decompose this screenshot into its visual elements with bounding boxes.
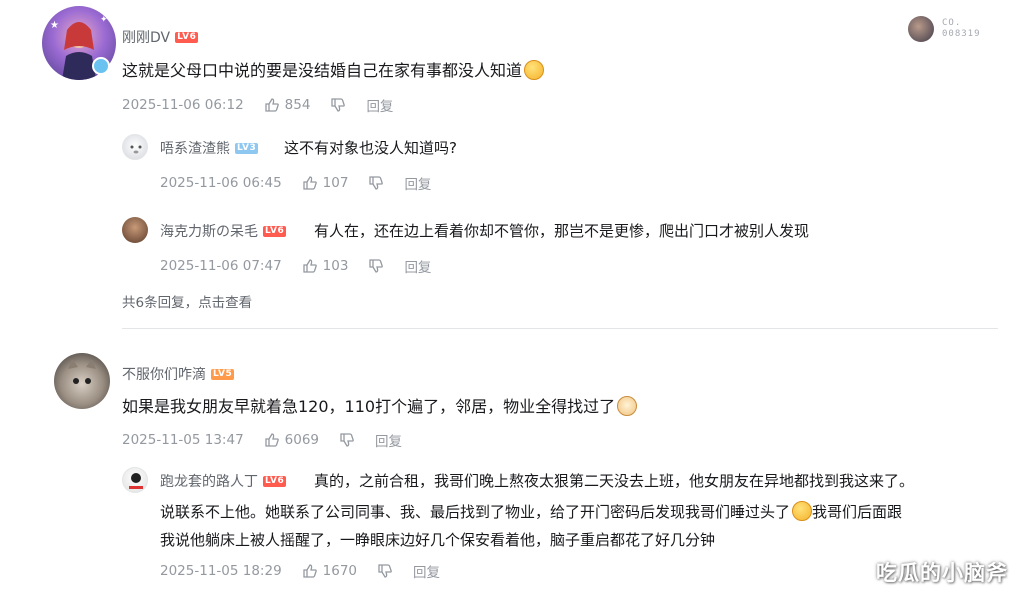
view-more-replies[interactable]: 共6条回复，点击查看 (122, 291, 252, 311)
timestamp: 2025-11-05 13:47 (122, 432, 244, 448)
svg-text:✦: ✦ (100, 15, 108, 25)
reply-button[interactable]: 回复 (404, 173, 431, 193)
reply-button[interactable]: 回复 (366, 95, 393, 115)
laughing-emoji-icon (792, 501, 813, 521)
like-count: 107 (322, 175, 349, 191)
verified-badge-icon (92, 57, 110, 75)
comment-username[interactable]: 不服你们咋滴 LV5 (122, 364, 235, 384)
reply-username[interactable]: 跑龙套的路人丁 LV6 (160, 471, 287, 491)
level-badge: LV3 (235, 142, 259, 154)
badge-line1: CO. (942, 18, 962, 28)
reply-meta: 2025-11-06 07:47 103 回复 (160, 256, 431, 276)
comment-text: 这就是父母口中说的要是没结婚自己在家有事都没人知道 (122, 58, 545, 84)
comment-text-content: 如果是我女朋友早就着急120，110打个遍了，邻居，物业全得找过了 (122, 397, 616, 416)
comment-meta: 2025-11-06 06:12 854 回复 (122, 95, 393, 115)
reply-avatar[interactable] (122, 467, 148, 493)
comment-text-content: 这就是父母口中说的要是没结婚自己在家有事都没人知道 (122, 61, 523, 80)
username-text[interactable]: 不服你们咋滴 (122, 364, 206, 384)
thumbs-up-icon (265, 98, 279, 112)
comment-username[interactable]: 刚刚DV LV6 (122, 27, 199, 47)
level-badge: LV6 (175, 31, 199, 43)
avatar[interactable] (54, 353, 110, 409)
reply-username-text[interactable]: 海克力斯の呆毛 (160, 221, 258, 241)
reply-username[interactable]: 唔系渣渣熊 LV3 (160, 138, 259, 158)
reply-avatar[interactable] (122, 217, 148, 243)
reply-text: 有人在，还在边上看着你却不管你，那岂不是更惨，爬出门口才被别人发现 (314, 222, 810, 240)
dislike-button[interactable] (330, 97, 346, 113)
reply-text-line1: 真的，之前合租，我哥们晚上熬夜太狠第二天没去上班，他女朋友在异地都找到我这来了。 (314, 472, 915, 490)
thumbs-down-icon (369, 259, 384, 273)
reply-button[interactable]: 回复 (375, 430, 402, 450)
thumbs-up-icon (303, 176, 317, 190)
dislike-button[interactable] (377, 563, 393, 579)
thumbs-down-icon (378, 564, 392, 578)
reply-username[interactable]: 海克力斯の呆毛 LV6 (160, 221, 287, 241)
level-badge: LV6 (263, 225, 287, 237)
badge-line2: 008319 (942, 29, 981, 39)
reply-button[interactable]: 回复 (413, 561, 440, 581)
divider (122, 328, 998, 329)
reply-avatar[interactable] (122, 134, 148, 160)
reply-meta: 2025-11-06 06:45 107 回复 (160, 173, 431, 193)
reply-button[interactable]: 回复 (404, 256, 431, 276)
level-badge: LV5 (211, 368, 235, 380)
thumbs-down-icon (369, 176, 384, 190)
like-button[interactable]: 1670 (302, 563, 357, 579)
thumbs-down-icon (331, 98, 346, 112)
username-text[interactable]: 刚刚DV (122, 27, 170, 47)
comment-meta: 2025-11-05 13:47 6069 回复 (122, 430, 402, 450)
reply-text: 这不有对象也没人知道吗? (284, 139, 457, 157)
reply-username-text[interactable]: 唔系渣渣熊 (160, 138, 230, 158)
badge-avatar (908, 16, 934, 42)
laughing-emoji-icon (524, 60, 545, 80)
like-button[interactable]: 107 (302, 175, 349, 191)
thumbs-down-icon (340, 433, 354, 447)
dislike-button[interactable] (339, 432, 355, 448)
like-count: 103 (322, 258, 349, 274)
reply-text-line3: 我说他躺床上被人摇醒了，一睁眼床边好几个保安看着他，脑子重启都花了好几分钟 (160, 531, 716, 549)
dislike-button[interactable] (368, 175, 384, 191)
reply-text-line2-a: 说联系不上他。她联系了公司同事、我、最后找到了物业，给了开门密码后发现我哥们睡过… (160, 503, 791, 521)
reply-username-text[interactable]: 跑龙套的路人丁 (160, 471, 258, 491)
level-badge: LV6 (263, 475, 287, 487)
svg-text:★: ★ (50, 20, 59, 31)
thumbs-up-icon (303, 259, 317, 273)
like-count: 1670 (322, 563, 358, 579)
like-button[interactable]: 854 (264, 97, 311, 113)
like-button[interactable]: 6069 (264, 432, 319, 448)
watermark: 吃瓜的小脑斧 (876, 561, 1008, 585)
reply-text-line2: 说联系不上他。她联系了公司同事、我、最后找到了物业，给了开门密码后发现我哥们睡过… (160, 499, 902, 525)
like-count: 6069 (284, 432, 320, 448)
thumbs-up-icon (303, 564, 317, 578)
dog-emoji-icon (617, 396, 638, 416)
top-right-badge: CO. 008319 (908, 16, 981, 42)
reply-text-line2-b: 我哥们后面跟 (812, 503, 903, 521)
dislike-button[interactable] (368, 258, 384, 274)
timestamp: 2025-11-06 06:12 (122, 97, 244, 113)
thumbs-up-icon (265, 433, 279, 447)
reply-meta: 2025-11-05 18:29 1670 回复 (160, 561, 440, 581)
timestamp: 2025-11-06 07:47 (160, 258, 282, 274)
comment-text: 如果是我女朋友早就着急120，110打个遍了，邻居，物业全得找过了 (122, 394, 638, 420)
like-button[interactable]: 103 (302, 258, 349, 274)
timestamp: 2025-11-05 18:29 (160, 563, 282, 579)
timestamp: 2025-11-06 06:45 (160, 175, 282, 191)
badge-text: CO. 008319 (942, 18, 981, 40)
like-count: 854 (284, 97, 311, 113)
